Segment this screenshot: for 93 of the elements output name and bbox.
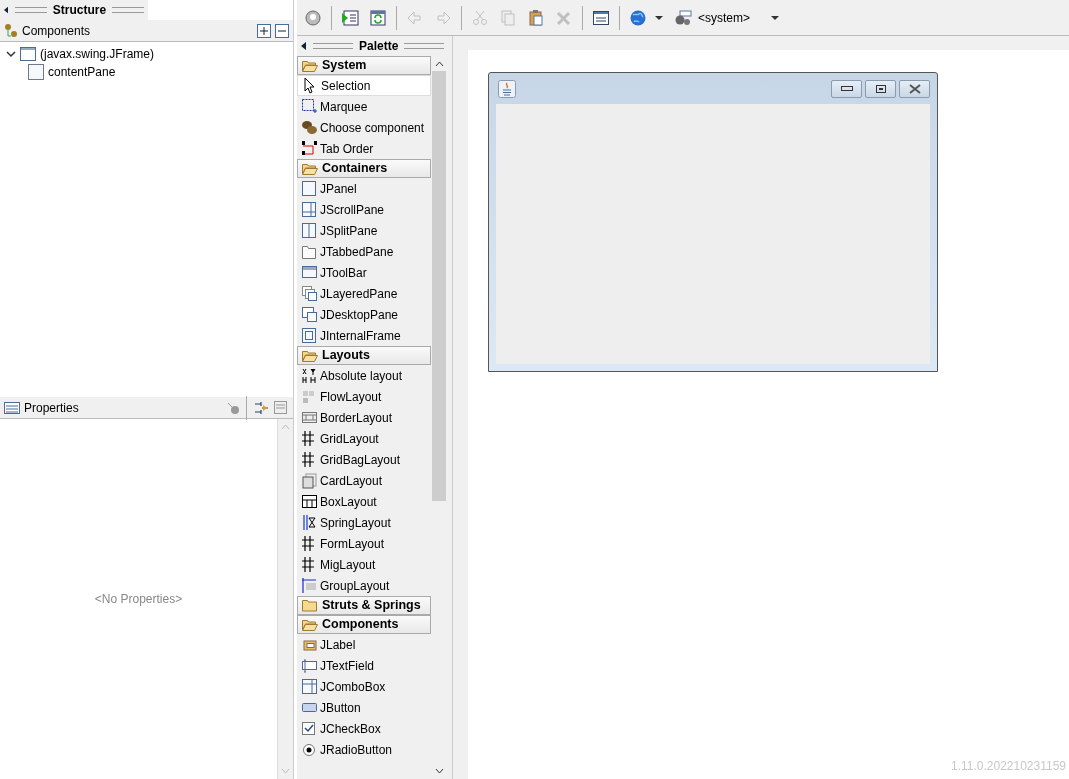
palette-item[interactable]: JTabbedPane <box>297 241 431 262</box>
expand-all-icon[interactable] <box>257 23 271 38</box>
components-header: Components <box>0 20 293 42</box>
dropdown-arrow-icon <box>770 14 781 21</box>
tree-item[interactable]: contentPane <box>0 63 293 81</box>
panel-icon <box>301 180 318 197</box>
text-field-icon <box>301 657 318 674</box>
palette-category[interactable]: Components <box>297 615 431 634</box>
panel-icon <box>28 64 44 80</box>
palette-item[interactable]: FormLayout <box>297 533 431 554</box>
palette-category[interactable]: Struts & Springs <box>297 596 431 615</box>
palette-item[interactable]: BorderLayout <box>297 407 431 428</box>
run-icon <box>341 8 359 27</box>
paste-icon <box>527 8 545 27</box>
palette-item[interactable]: Marquee <box>297 96 431 117</box>
palette-item[interactable]: JToolBar <box>297 262 431 283</box>
palette-item[interactable]: JSplitPane <box>297 220 431 241</box>
scroll-pane-icon <box>301 201 318 218</box>
form-icon <box>592 8 610 27</box>
palette-item[interactable]: GridBagLayout <box>297 449 431 470</box>
palette-item[interactable]: MigLayout <box>297 554 431 575</box>
empty-message: <No Properties> <box>94 591 183 608</box>
palette-item[interactable]: JDesktopPane <box>297 304 431 325</box>
close-icon <box>908 83 921 94</box>
palette-item[interactable]: Absolute layout <box>297 365 431 386</box>
xy-grid-icon <box>301 367 318 384</box>
collapse-arrow-icon[interactable] <box>4 6 9 14</box>
maximize-button[interactable] <box>865 79 896 98</box>
tabbed-pane-icon <box>301 243 318 260</box>
internal-frame-icon <box>301 327 318 344</box>
layered-pane-icon <box>301 285 318 302</box>
globe-icon <box>629 8 647 27</box>
minimize-button[interactable] <box>831 79 862 98</box>
close-button[interactable] <box>899 79 930 98</box>
border-layout-icon <box>301 409 318 426</box>
maximize-icon <box>875 84 886 93</box>
palette-item[interactable]: GridLayout <box>297 428 431 449</box>
palette-item[interactable]: Tab Order <box>297 138 431 159</box>
palette-item[interactable]: JPanel <box>297 178 431 199</box>
desktop-pane-icon <box>301 306 318 323</box>
checkbox-icon <box>301 720 318 737</box>
palette-item[interactable]: JComboBox <box>297 676 431 697</box>
minimize-icon <box>840 85 853 92</box>
palette-item[interactable]: BoxLayout <box>297 491 431 512</box>
open-folder-icon <box>302 162 318 175</box>
palette-item[interactable]: JButton <box>297 697 431 718</box>
collapse-arrow-icon[interactable] <box>301 42 307 50</box>
dashed-square-icon <box>301 98 318 115</box>
open-folder-icon <box>302 59 318 72</box>
folder-icon <box>302 599 318 612</box>
tab-order-icon <box>301 140 318 157</box>
tree-item[interactable]: (javax.swing.JFrame) <box>0 45 293 63</box>
scissors-icon <box>471 8 489 27</box>
palette-category[interactable]: System <box>297 56 431 75</box>
refresh-icon <box>369 8 387 27</box>
palette-item[interactable]: GroupLayout <box>297 575 431 596</box>
dropdown-arrow-icon[interactable] <box>654 14 664 21</box>
open-folder-icon <box>302 349 318 362</box>
scroll-down-icon[interactable] <box>434 768 444 774</box>
toolbar-icon <box>301 264 318 281</box>
copy-icon <box>499 8 517 27</box>
palette-item[interactable]: JInternalFrame <box>297 325 431 346</box>
properties-header: Properties <box>0 397 293 419</box>
palette-item[interactable]: JLayeredPane <box>297 283 431 304</box>
palette-category[interactable]: Layouts <box>297 346 431 365</box>
java-icon <box>498 79 516 98</box>
palette-item[interactable]: Selection <box>297 75 431 96</box>
palette-item[interactable]: FlowLayout <box>297 386 431 407</box>
card-stack-icon <box>301 472 318 489</box>
structure-header: Structure <box>0 0 148 20</box>
scroll-up-icon[interactable] <box>434 61 444 67</box>
combo-box-icon <box>301 678 318 695</box>
collapse-all-icon[interactable] <box>275 23 289 38</box>
palette-item[interactable]: JLabel <box>297 634 431 655</box>
palette-item[interactable]: JTextField <box>297 655 431 676</box>
palette-item[interactable]: Choose component <box>297 117 431 138</box>
palette-category[interactable]: Containers <box>297 159 431 178</box>
palette-item[interactable]: JRadioButton <box>297 739 431 760</box>
open-folder-icon <box>302 618 318 631</box>
beans-icon <box>301 119 318 136</box>
palette-item[interactable]: SpringLayout <box>297 512 431 533</box>
palette-item[interactable]: CardLayout <box>297 470 431 491</box>
box-layout-icon <box>301 493 318 510</box>
look-and-feel-dropdown[interactable]: <system> <box>674 5 781 30</box>
palette-item[interactable]: JCheckBox <box>297 718 431 739</box>
table-icon <box>4 401 20 414</box>
chevron-down-icon[interactable] <box>6 49 16 59</box>
spring-icon <box>301 514 318 531</box>
palette-item[interactable]: JScrollPane <box>297 199 431 220</box>
group-layout-icon <box>301 577 318 594</box>
radio-icon <box>301 741 318 758</box>
split-pane-icon <box>301 222 318 239</box>
window-icon <box>20 46 36 62</box>
